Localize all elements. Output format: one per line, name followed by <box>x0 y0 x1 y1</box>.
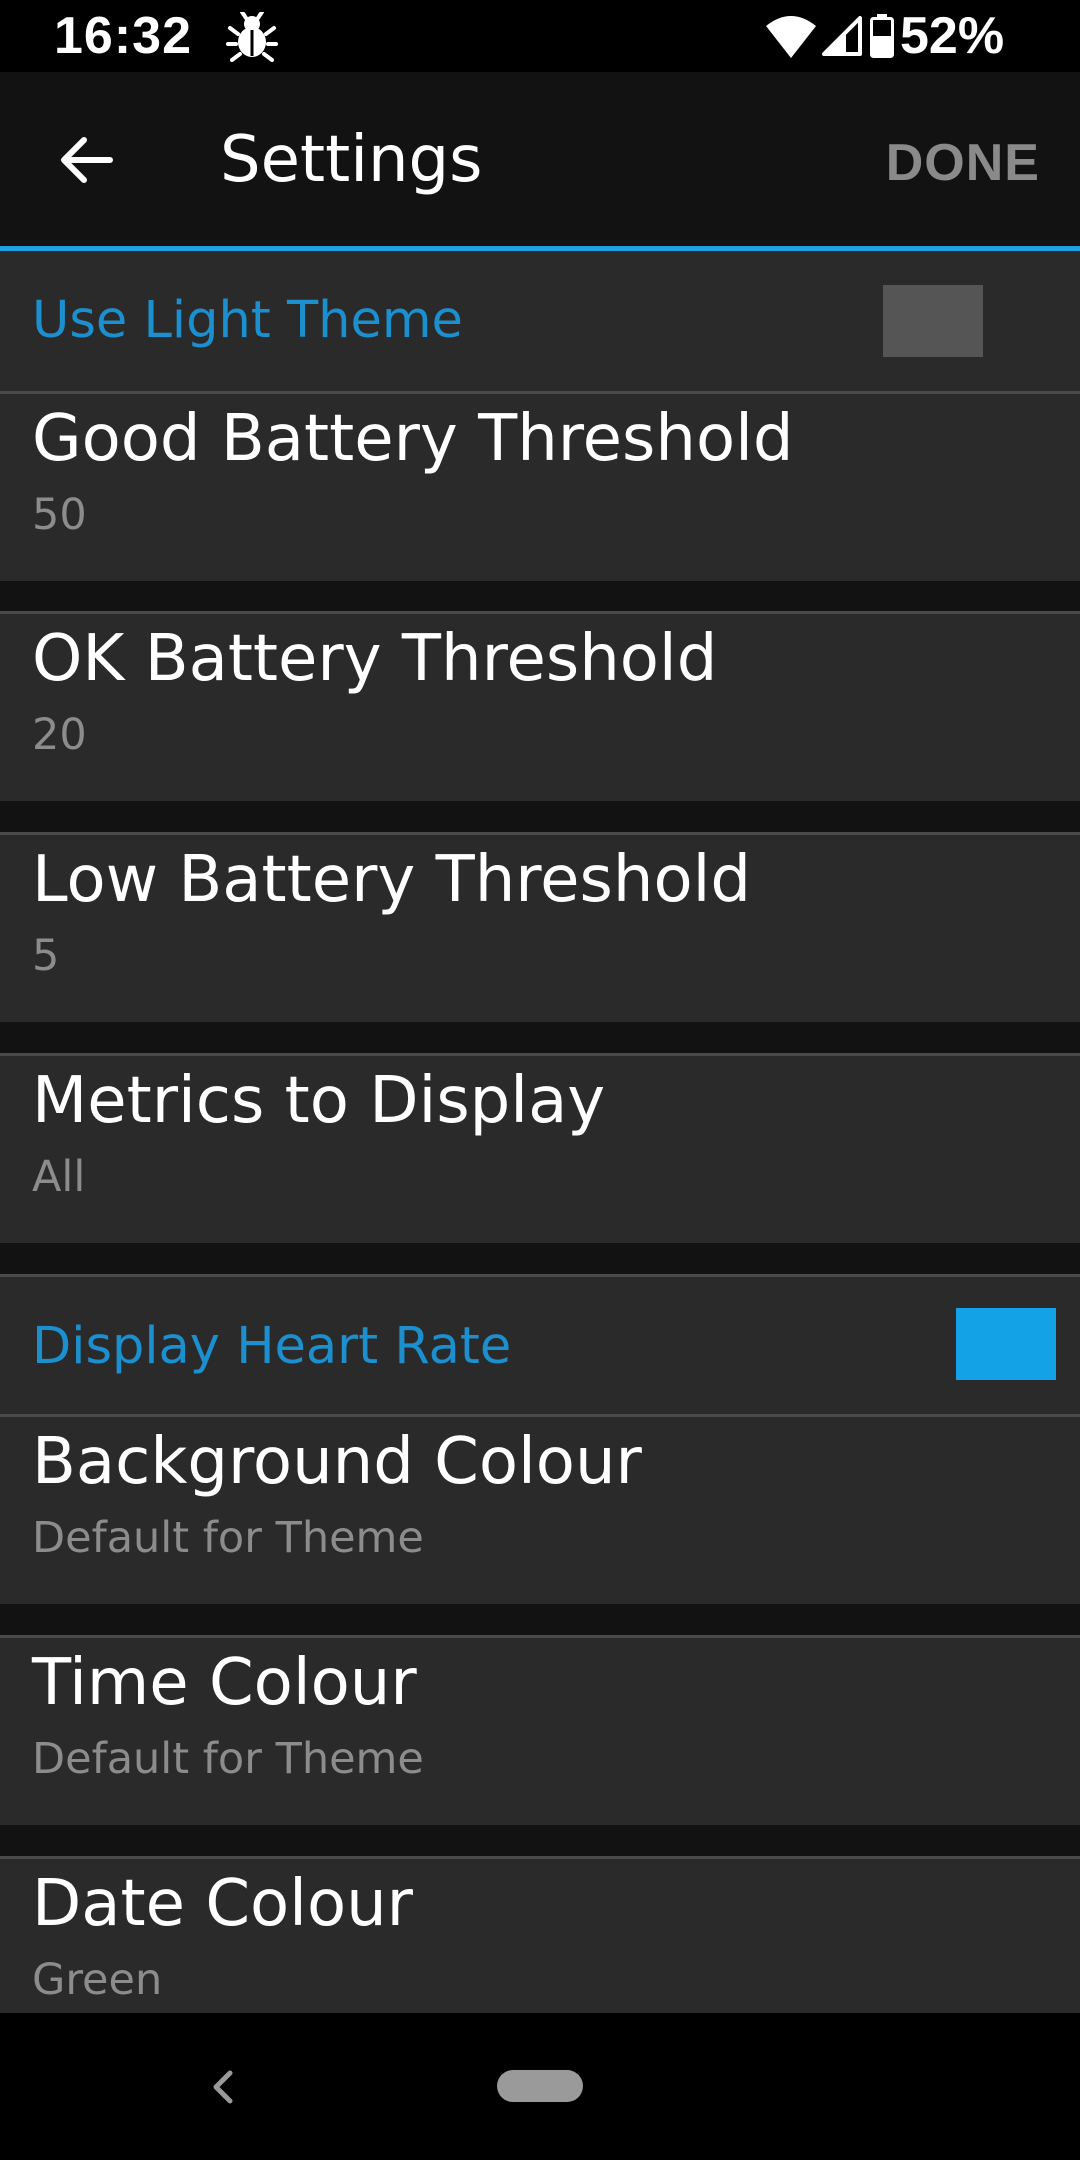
setting-value: Default for Theme <box>32 1513 424 1563</box>
page-title: Settings <box>220 123 483 197</box>
status-bar: 16:32 52% <box>0 0 1080 72</box>
setting-value: 50 <box>32 490 87 540</box>
setting-metrics-to-display[interactable]: Metrics to Display All <box>0 1053 1080 1243</box>
chevron-left-icon[interactable] <box>206 2067 242 2107</box>
done-button[interactable]: DONE <box>886 128 1040 198</box>
status-time: 16:32 <box>54 7 192 65</box>
arrow-left-icon[interactable] <box>58 132 114 188</box>
setting-display-heart-rate[interactable]: Display Heart Rate <box>0 1274 1080 1414</box>
setting-title: Date Colour <box>32 1867 413 1941</box>
setting-title: Good Battery Threshold <box>32 402 794 476</box>
status-right: 52% <box>760 0 1080 72</box>
setting-value: Green <box>32 1955 163 2005</box>
setting-good-battery-threshold[interactable]: Good Battery Threshold 50 <box>0 391 1080 581</box>
display-heart-rate-toggle[interactable] <box>956 1308 1056 1380</box>
display-heart-rate-label: Display Heart Rate <box>32 1317 512 1376</box>
battery-percent: 52% <box>900 7 1005 65</box>
setting-title: Low Battery Threshold <box>32 843 751 917</box>
setting-title: Metrics to Display <box>32 1064 606 1138</box>
setting-value: All <box>32 1152 86 1202</box>
setting-value: 5 <box>32 931 60 981</box>
navigation-bar <box>0 2013 1080 2160</box>
setting-title: Time Colour <box>32 1646 417 1720</box>
setting-time-colour[interactable]: Time Colour Default for Theme <box>0 1635 1080 1825</box>
battery-icon <box>870 14 894 58</box>
signal-icon <box>822 16 862 56</box>
setting-low-battery-threshold[interactable]: Low Battery Threshold 5 <box>0 832 1080 1022</box>
setting-use-light-theme[interactable]: Use Light Theme <box>0 251 1080 391</box>
bug-icon <box>226 12 278 62</box>
setting-ok-battery-threshold[interactable]: OK Battery Threshold 20 <box>0 611 1080 801</box>
wifi-icon <box>766 16 816 58</box>
setting-value: 20 <box>32 710 87 760</box>
app-bar: Settings DONE <box>0 72 1080 246</box>
setting-title: Background Colour <box>32 1425 642 1499</box>
settings-list: Use Light Theme Good Battery Threshold 5… <box>0 251 1080 2013</box>
setting-value: Default for Theme <box>32 1734 424 1784</box>
use-light-theme-label: Use Light Theme <box>32 291 463 350</box>
home-pill-icon[interactable] <box>497 2070 583 2102</box>
setting-date-colour[interactable]: Date Colour Green <box>0 1856 1080 2013</box>
setting-title: OK Battery Threshold <box>32 622 718 696</box>
setting-background-colour[interactable]: Background Colour Default for Theme <box>0 1414 1080 1604</box>
use-light-theme-toggle[interactable] <box>883 285 983 357</box>
